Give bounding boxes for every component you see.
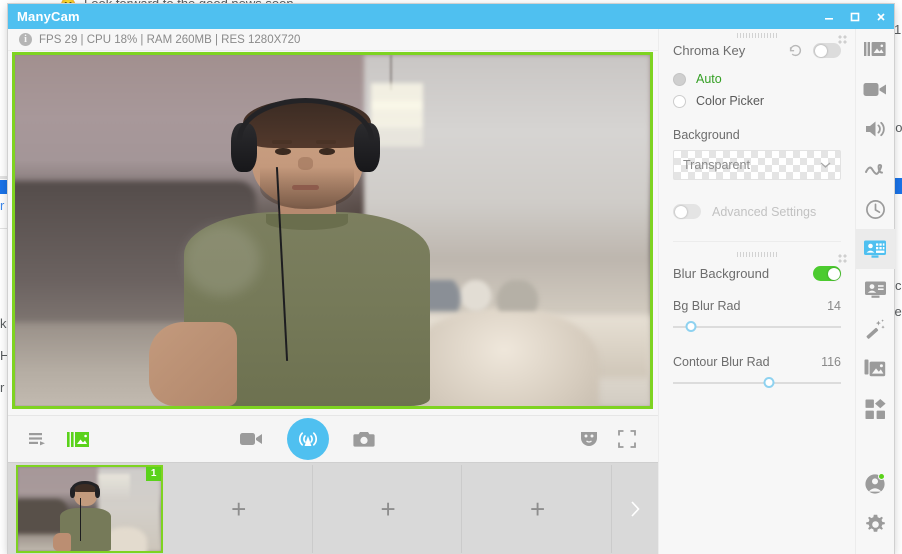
background-label: Background: [673, 128, 740, 142]
contour-blur-rad-row: Contour Blur Rad 116: [673, 355, 841, 369]
chevron-right-icon: [631, 501, 640, 517]
chroma-key-title: Chroma Key: [673, 43, 746, 58]
thumbnail-next-button[interactable]: [613, 465, 657, 553]
shoulder-highlight: [184, 225, 261, 297]
video-preview[interactable]: [12, 52, 653, 409]
radio-auto-icon: [673, 72, 686, 86]
chevron-down-icon: [820, 156, 831, 174]
preset-thumbnail-add-3[interactable]: +: [464, 465, 612, 553]
slider-rail: [673, 382, 841, 384]
left-arm: [149, 322, 237, 406]
history-icon[interactable]: [856, 189, 895, 229]
properties-panel: Chroma Key Auto Color Picker Background: [658, 29, 855, 554]
broadcast-icon[interactable]: [287, 418, 329, 460]
background-accent-left: [0, 180, 8, 194]
headphone-band: [236, 97, 375, 140]
eyebrow-left: [272, 139, 293, 145]
blur-background-title: Blur Background: [673, 266, 770, 281]
status-info-bar: i FPS 29 | CPU 18% | RAM 260MB | RES 128…: [8, 29, 658, 51]
settings-icon[interactable]: [856, 504, 895, 544]
preset-thumbnail-active[interactable]: 1: [16, 465, 164, 553]
radio-color-picker-icon: [673, 94, 686, 108]
reset-icon[interactable]: [788, 43, 803, 58]
chroma-mode-color-picker[interactable]: Color Picker: [673, 94, 841, 108]
manycam-window: ManyCam i FPS 29 | CPU 18% | RAM 260MB |…: [8, 4, 895, 554]
account-icon[interactable]: [856, 464, 895, 504]
section-grip-handle[interactable]: [737, 33, 777, 38]
record-icon[interactable]: [239, 430, 263, 448]
maximize-button[interactable]: [842, 4, 868, 29]
preset-number-badge: 1: [145, 467, 162, 481]
mask-icon[interactable]: [580, 430, 598, 448]
bg-blur-rad-label: Bg Blur Rad: [673, 299, 741, 313]
advanced-settings-label: Advanced Settings: [712, 204, 817, 219]
audio-icon[interactable]: [856, 109, 895, 149]
bg-blur-rad-value: 14: [827, 299, 841, 313]
chroma-key-section: Chroma Key Auto Color Picker Background: [659, 29, 855, 242]
preset-thumbnail-strip: 1 + + +: [8, 462, 658, 554]
effects-icon[interactable]: [856, 29, 895, 69]
background-right-fragment-5: 1: [894, 22, 902, 37]
snapshot-icon[interactable]: [353, 430, 375, 449]
preset-thumbnail-add-1[interactable]: +: [165, 465, 313, 553]
slider-rail: [673, 326, 841, 328]
contour-blur-rad-label: Contour Blur Rad: [673, 355, 770, 369]
background-select[interactable]: Transparent: [673, 150, 841, 180]
eyebrow-right: [315, 139, 337, 145]
preset-thumbnail-preview: [18, 467, 162, 551]
section-grip-handle[interactable]: [737, 252, 777, 257]
contour-blur-rad-value: 116: [821, 355, 841, 369]
contour-blur-rad-slider[interactable]: [673, 377, 841, 389]
section-menu-dots-icon[interactable]: [838, 254, 847, 263]
info-icon: i: [19, 33, 32, 46]
magic-wand-icon[interactable]: [856, 309, 895, 349]
close-button[interactable]: [868, 4, 894, 29]
mouth: [292, 184, 319, 190]
advanced-settings-row[interactable]: Advanced Settings: [673, 204, 841, 219]
right-icon-rail: [855, 29, 895, 554]
section-menu-dots-icon[interactable]: [838, 35, 847, 44]
bg-blur-rad-slider[interactable]: [673, 321, 841, 333]
video-sources-icon[interactable]: [856, 69, 895, 109]
slides-icon[interactable]: [67, 430, 89, 449]
advanced-settings-toggle[interactable]: [673, 204, 701, 219]
blur-background-section: Blur Background Bg Blur Rad 14 Contour B…: [659, 242, 855, 389]
background-left-fragment-1: r: [0, 198, 5, 213]
draw-icon[interactable]: [856, 149, 895, 189]
preset-thumbnail-add-2[interactable]: +: [314, 465, 463, 553]
bg-blur-rad-row: Bg Blur Rad 14: [673, 299, 841, 313]
background-icon[interactable]: [855, 229, 895, 269]
gallery-icon[interactable]: [856, 349, 895, 389]
person-subject: [149, 83, 453, 406]
preview-stage: [8, 51, 658, 415]
apps-icon[interactable]: [856, 389, 895, 429]
performance-stats: FPS 29 | CPU 18% | RAM 260MB | RES 1280X…: [39, 33, 301, 46]
playlist-icon[interactable]: [28, 430, 47, 449]
background-select-value: Transparent: [683, 158, 750, 172]
title-bar[interactable]: ManyCam: [8, 4, 894, 29]
add-icon: +: [380, 493, 396, 524]
add-icon: +: [231, 493, 247, 524]
bottom-control-bar: [8, 415, 658, 462]
presenter-icon[interactable]: [856, 269, 895, 309]
background-left-fragment-4: r: [0, 380, 5, 395]
chroma-key-toggle[interactable]: [813, 43, 841, 58]
chroma-mode-auto[interactable]: Auto: [673, 72, 841, 86]
window-title: ManyCam: [17, 9, 80, 24]
nose: [298, 157, 313, 171]
account-status-dot: [877, 473, 885, 480]
chroma-mode-color-picker-label: Color Picker: [696, 94, 765, 108]
background-left-fragment-2: k: [0, 316, 7, 331]
background-rule-2: [0, 228, 8, 229]
background-rule: [0, 176, 7, 179]
fullscreen-icon[interactable]: [618, 430, 636, 448]
slider-handle[interactable]: [685, 321, 697, 332]
slider-handle[interactable]: [763, 377, 775, 388]
minimize-button[interactable]: [816, 4, 842, 29]
add-icon: +: [529, 493, 546, 524]
window-controls: [816, 4, 894, 29]
blur-background-toggle[interactable]: [813, 266, 841, 281]
chroma-mode-auto-label: Auto: [696, 72, 722, 86]
